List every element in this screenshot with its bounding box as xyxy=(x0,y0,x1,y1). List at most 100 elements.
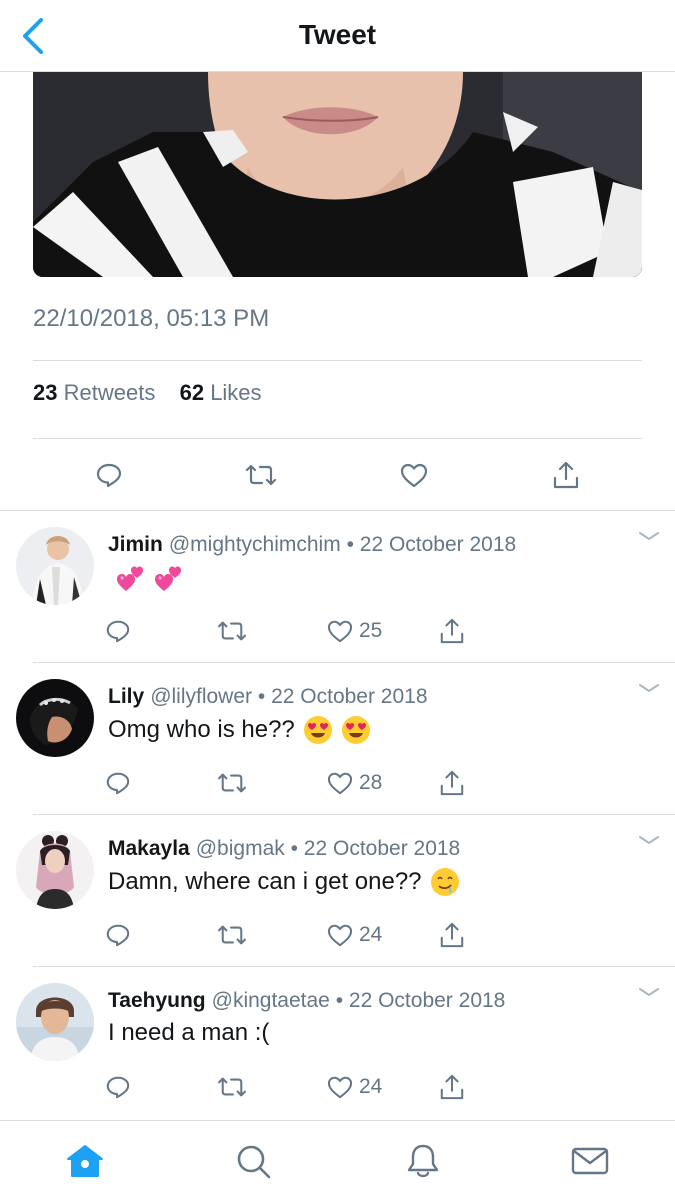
reply-tweet[interactable]: Makayla @bigmak • 22 October 2018 Damn, wh… xyxy=(0,815,675,967)
like-icon xyxy=(327,924,353,947)
likes-count[interactable]: 62 xyxy=(180,380,204,405)
meta-separator: • xyxy=(290,837,298,860)
retweet-button[interactable] xyxy=(217,1071,247,1103)
share-icon xyxy=(440,618,464,644)
reply-icon xyxy=(106,772,130,795)
more-options-button[interactable] xyxy=(637,833,661,847)
chevron-down-icon xyxy=(639,988,659,996)
photo-content xyxy=(33,72,642,277)
user-handle[interactable]: @bigmak xyxy=(196,837,285,860)
like-count: 24 xyxy=(359,923,383,946)
chevron-down-icon xyxy=(639,684,659,692)
reply-icon xyxy=(96,463,122,488)
reply-button[interactable] xyxy=(105,615,131,647)
heart-eyes-emoji xyxy=(303,716,332,744)
retweet-button[interactable] xyxy=(243,457,279,493)
reply-action-bar: 25 xyxy=(105,615,485,647)
reply-body: Damn, where can i get one?? xyxy=(108,867,460,897)
more-options-button[interactable] xyxy=(637,681,661,695)
bottom-tab-bar xyxy=(0,1120,675,1200)
tweet-photo[interactable] xyxy=(33,72,642,277)
reply-tweet[interactable]: Lily @lilyflower • 22 October 2018 Omg who… xyxy=(0,663,675,815)
tab-notifications[interactable] xyxy=(401,1139,445,1183)
retweet-icon xyxy=(245,464,277,486)
reply-icon xyxy=(106,620,130,643)
avatar[interactable] xyxy=(16,983,94,1061)
share-button[interactable] xyxy=(439,1071,465,1103)
display-name[interactable]: Jimin xyxy=(108,533,163,556)
reply-date: 22 October 2018 xyxy=(271,685,428,708)
like-button[interactable] xyxy=(396,457,432,493)
search-icon xyxy=(237,1145,271,1179)
like-button[interactable]: 24 xyxy=(327,1071,382,1103)
reply-meta: Taehyung @kingtaetae • 22 October 2018 xyxy=(108,989,505,1013)
user-handle[interactable]: @mightychimchim xyxy=(169,533,341,556)
reply-action-bar: 28 xyxy=(105,767,485,799)
tweet-action-bar xyxy=(33,457,642,493)
reply-button[interactable] xyxy=(105,767,131,799)
meta-separator: • xyxy=(257,685,266,708)
retweet-button[interactable] xyxy=(217,615,247,647)
two-hearts-emoji xyxy=(155,566,181,591)
meta-separator: • xyxy=(335,989,344,1012)
reply-date: 22 October 2018 xyxy=(348,989,506,1012)
share-button[interactable] xyxy=(439,615,465,647)
reply-icon xyxy=(106,1076,130,1099)
like-count: 24 xyxy=(359,1075,383,1098)
home-icon xyxy=(67,1145,103,1177)
heart-eyes-emoji xyxy=(341,716,370,744)
reply-button[interactable] xyxy=(91,457,127,493)
reply-button[interactable] xyxy=(105,1071,131,1103)
avatar[interactable] xyxy=(16,527,94,605)
share-button[interactable] xyxy=(439,767,465,799)
like-button[interactable]: 25 xyxy=(327,615,382,647)
display-name[interactable]: Taehyung xyxy=(108,989,206,1012)
tweet-stats: 23 Retweets 62 Likes xyxy=(33,380,262,406)
reply-text: Damn, where can i get one?? xyxy=(108,868,422,895)
likes-label[interactable]: Likes xyxy=(210,380,261,405)
retweets-label[interactable]: Retweets xyxy=(64,380,156,405)
reply-body: Omg who is he?? xyxy=(108,715,371,745)
reply-tweet[interactable]: Taehyung @kingtaetae • 22 October 2018 I n… xyxy=(0,967,675,1119)
share-button[interactable] xyxy=(548,457,584,493)
tab-messages[interactable] xyxy=(568,1139,612,1183)
divider xyxy=(33,360,642,361)
reply-button[interactable] xyxy=(105,919,131,951)
page-title: Tweet xyxy=(298,19,377,50)
like-button[interactable]: 24 xyxy=(327,919,382,951)
meta-separator: • xyxy=(346,533,354,556)
retweet-button[interactable] xyxy=(217,767,247,799)
two-hearts-emoji xyxy=(117,566,143,591)
like-icon xyxy=(327,1076,353,1099)
reply-tweet[interactable]: Jimin @mightychimchim • 22 October 2018 25 xyxy=(0,511,675,663)
reply-text: I need a man :( xyxy=(108,1019,270,1046)
reply-meta: Jimin @mightychimchim • 22 October 2018 xyxy=(108,533,516,557)
retweets-count[interactable]: 23 xyxy=(33,380,57,405)
reply-action-bar: 24 xyxy=(105,919,485,951)
notifications-icon xyxy=(407,1144,439,1178)
tab-search[interactable] xyxy=(231,1139,275,1183)
avatar[interactable] xyxy=(16,831,94,909)
retweet-icon xyxy=(217,773,247,793)
messages-icon xyxy=(571,1147,609,1175)
more-options-button[interactable] xyxy=(637,529,661,543)
share-icon xyxy=(440,1074,464,1100)
more-options-button[interactable] xyxy=(637,985,661,999)
share-icon xyxy=(553,461,579,489)
reply-date: 22 October 2018 xyxy=(303,837,461,860)
retweet-button[interactable] xyxy=(217,919,247,951)
share-button[interactable] xyxy=(439,919,465,951)
retweet-icon xyxy=(217,925,247,945)
reply-action-bar: 24 xyxy=(105,1071,485,1103)
display-name[interactable]: Makayla xyxy=(108,837,190,860)
avatar[interactable] xyxy=(16,679,94,757)
chevron-down-icon xyxy=(639,532,659,540)
tweet-timestamp: 22/10/2018, 05:13 PM xyxy=(33,305,270,332)
tab-home[interactable] xyxy=(63,1139,107,1183)
user-handle[interactable]: @lilyflower xyxy=(150,685,252,708)
like-icon xyxy=(400,463,428,488)
divider xyxy=(33,438,642,439)
user-handle[interactable]: @kingtaetae xyxy=(212,989,330,1012)
display-name[interactable]: Lily xyxy=(108,685,144,708)
like-button[interactable]: 28 xyxy=(327,767,382,799)
